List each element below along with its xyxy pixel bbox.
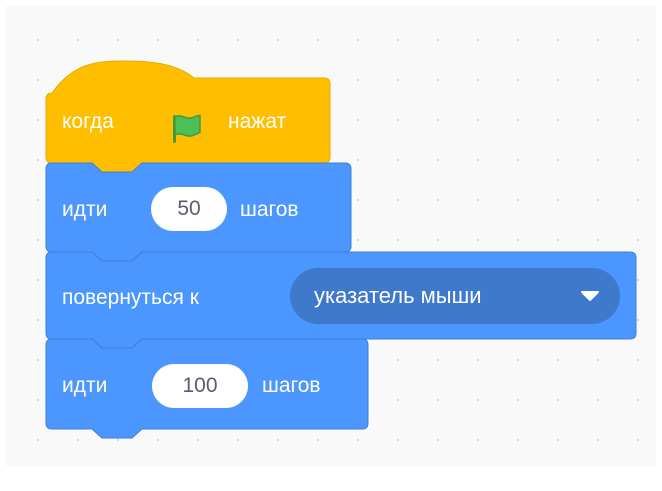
when-label: когда — [62, 110, 114, 133]
point-towards-label: повернуться к — [62, 286, 199, 309]
move-label-2: идти — [62, 374, 108, 397]
steps-input[interactable]: 50 — [151, 187, 227, 231]
green-flag-icon — [173, 114, 201, 143]
code-workspace[interactable]: когда нажат идти 50 шагов повернуться к … — [6, 6, 656, 466]
steps-unit-label-2: шагов — [262, 374, 321, 397]
dropdown-arrow-icon — [581, 291, 599, 301]
dropdown-selected-value: указатель мыши — [314, 283, 482, 308]
steps-input-2[interactable]: 100 — [152, 364, 248, 408]
clicked-label: нажат — [228, 110, 287, 133]
target-dropdown[interactable]: указатель мыши — [290, 268, 620, 324]
move-label: идти — [62, 198, 108, 221]
steps-unit-label: шагов — [240, 198, 299, 221]
